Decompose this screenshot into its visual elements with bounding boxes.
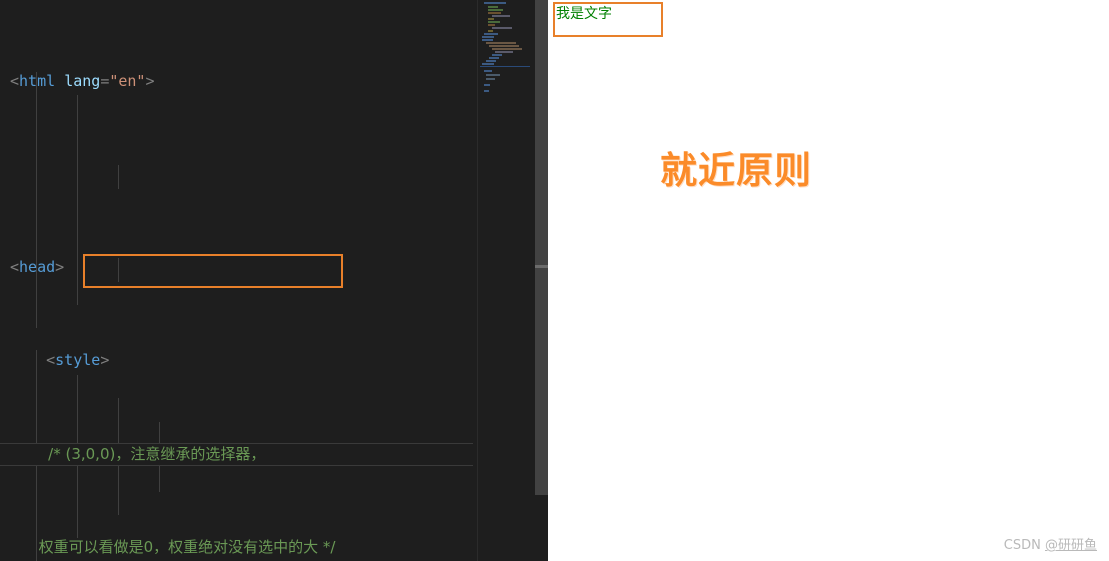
token-comment: 权重可以看做是0，权重绝对没有选中的大 */	[38, 537, 336, 556]
minimap[interactable]	[480, 0, 535, 561]
rendered-paragraph-text: 我是文字	[556, 6, 612, 22]
code-editor-pane[interactable]: <html lang="en"> <head> <style> /* (3,0,…	[0, 0, 548, 561]
code-line-blank[interactable]	[0, 163, 480, 186]
code-line-comment[interactable]: 权重可以看做是0，权重绝对没有选中的大 */	[0, 536, 480, 559]
csdn-watermark: CSDN @研研鱼	[1004, 534, 1097, 553]
code-line-comment[interactable]: /* (3,0,0)，注意继承的选择器，	[0, 443, 480, 466]
editor-scrollbar-marker	[535, 265, 548, 268]
annotation-title: 就近原则	[660, 149, 812, 192]
token-attr: lang	[64, 71, 101, 90]
watermark-handle: @研研鱼	[1044, 538, 1097, 553]
editor-scrollbar-thumb[interactable]	[535, 0, 548, 495]
watermark-prefix: CSDN	[1003, 538, 1045, 553]
code-line[interactable]: <html lang="en">	[0, 70, 480, 93]
code-line[interactable]: <style>	[0, 349, 480, 372]
screenshot-root: <html lang="en"> <head> <style> /* (3,0,…	[0, 0, 1109, 561]
code-line[interactable]: <head>	[0, 256, 480, 279]
token-tag: head	[19, 258, 56, 277]
browser-preview-pane[interactable]: 我是文字 就近原则 CSDN @研研鱼	[548, 0, 1109, 561]
token-tag: html	[19, 71, 56, 90]
token-string: "en"	[109, 71, 146, 90]
token-tag: style	[55, 351, 101, 370]
editor-minimap-divider	[477, 0, 478, 561]
code-text[interactable]: <html lang="en"> <head> <style> /* (3,0,…	[0, 0, 480, 561]
token-comment: /* (3,0,0)，注意继承的选择器，	[48, 444, 266, 463]
